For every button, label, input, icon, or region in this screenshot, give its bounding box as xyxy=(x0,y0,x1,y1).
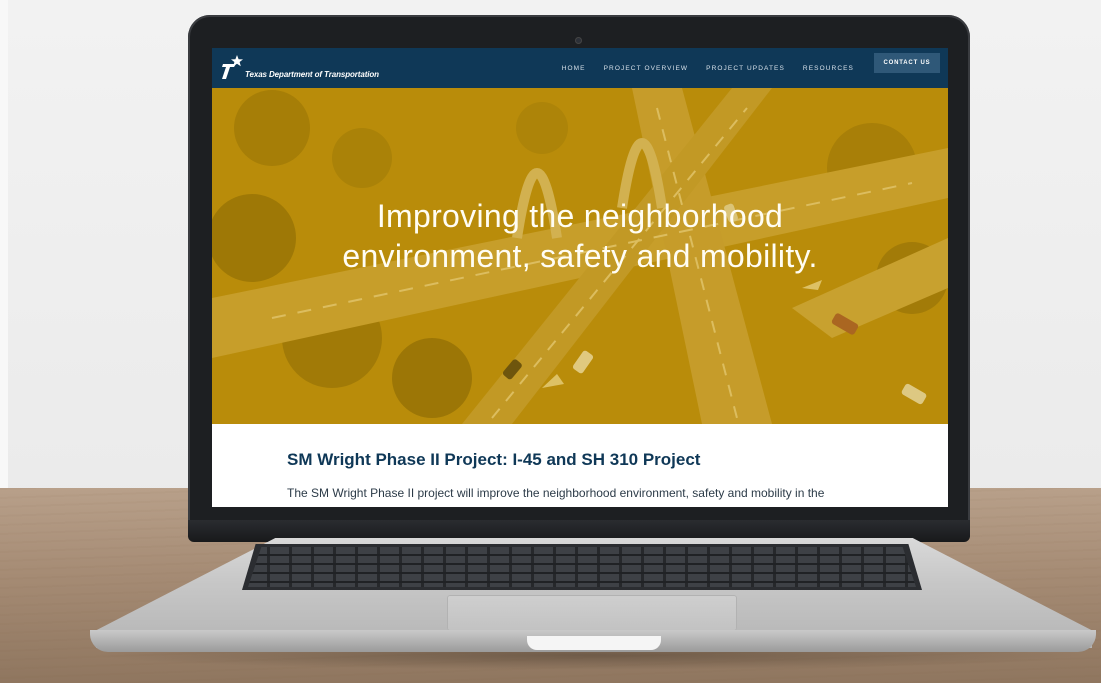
project-description: The SM Wright Phase II project will impr… xyxy=(287,486,825,500)
laptop-photo-scene: Texas Department of Transportation HOME … xyxy=(0,0,1101,683)
laptop-front-notch xyxy=(527,636,661,650)
nav-project-updates[interactable]: PROJECT UPDATES xyxy=(706,65,785,72)
hero-title: Improving the neighborhood environment, … xyxy=(342,198,818,274)
content-section: SM Wright Phase II Project: I-45 and SH … xyxy=(212,424,948,507)
nav-project-overview[interactable]: PROJECT OVERVIEW xyxy=(604,65,689,72)
txdot-logo[interactable]: Texas Department of Transportation xyxy=(222,53,379,81)
nav-links: HOME PROJECT OVERVIEW PROJECT UPDATES RE… xyxy=(544,48,854,88)
laptop-screen: Texas Department of Transportation HOME … xyxy=(212,48,948,507)
contact-us-button[interactable]: CONTACT US xyxy=(874,53,940,73)
laptop-trackpad xyxy=(447,595,737,631)
txdot-star-icon xyxy=(222,55,244,81)
hero-banner: Improving the neighborhood environment, … xyxy=(212,88,948,424)
logo-text: Texas Department of Transportation xyxy=(245,70,379,79)
webcam-icon xyxy=(575,37,582,44)
nav-home[interactable]: HOME xyxy=(562,65,586,72)
site-navigation: Texas Department of Transportation HOME … xyxy=(212,48,948,88)
project-title: SM Wright Phase II Project: I-45 and SH … xyxy=(287,450,701,469)
nav-resources[interactable]: RESOURCES xyxy=(803,65,854,72)
keyboard-rows xyxy=(248,547,916,587)
